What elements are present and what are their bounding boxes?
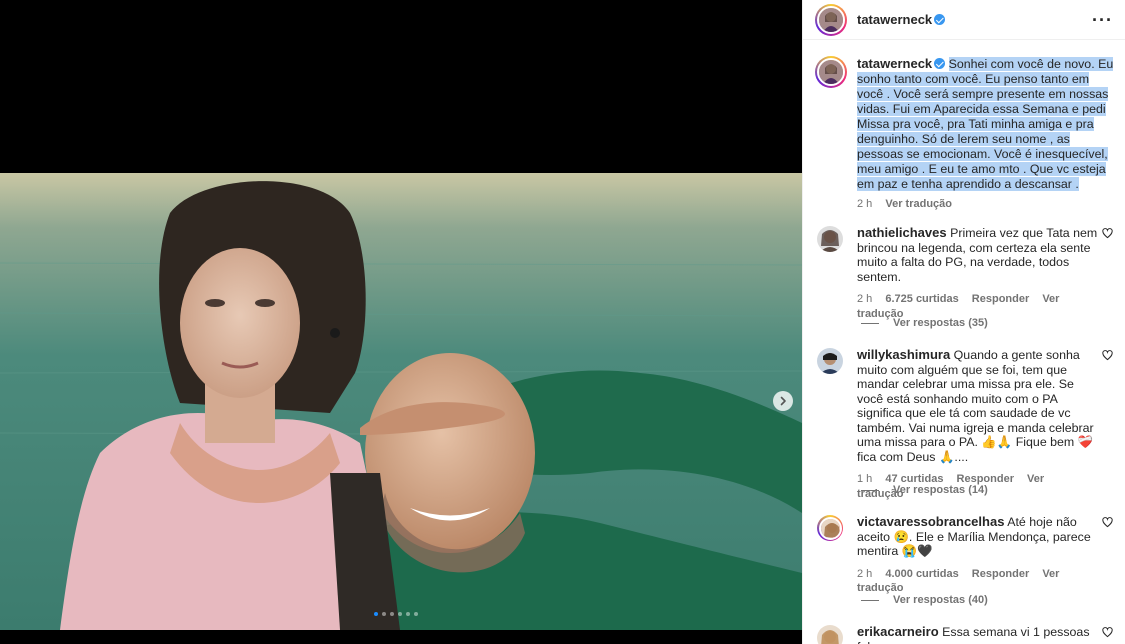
comment-username[interactable]: willykashimura	[857, 347, 950, 362]
carousel-dot	[382, 612, 386, 616]
divider	[861, 489, 879, 491]
carousel-dot	[398, 612, 402, 616]
likes-count[interactable]: 6.725 curtidas	[885, 293, 958, 305]
post-header: tatawerneck ···	[803, 0, 1125, 40]
view-replies-label: Ver respostas (40)	[893, 594, 988, 606]
heart-icon[interactable]	[1102, 517, 1113, 528]
avatar[interactable]	[817, 226, 843, 252]
carousel-dot	[374, 612, 378, 616]
translate-link[interactable]: Ver tradução	[885, 198, 952, 210]
comment-item: willykashimura Quando a gente sonha muit…	[817, 347, 1117, 501]
header-username[interactable]: tatawerneck	[857, 12, 932, 27]
caption-username[interactable]: tatawerneck	[857, 56, 932, 71]
view-replies-label: Ver respostas (14)	[893, 484, 988, 496]
chevron-right-icon	[780, 396, 786, 406]
comment-time: 2 h	[857, 293, 873, 305]
view-replies-button[interactable]: Ver respostas (35)	[861, 317, 988, 329]
likes-count[interactable]: 4.000 curtidas	[885, 568, 958, 580]
comment-time: 2 h	[857, 567, 873, 580]
view-replies-button[interactable]: Ver respostas (40)	[861, 594, 988, 606]
carousel-dot	[390, 612, 394, 616]
post-sidebar: tatawerneck ··· tatawerneck Sonhei com v…	[802, 0, 1125, 644]
post-caption: tatawerneck Sonhei com você de novo. Eu …	[815, 56, 1115, 212]
view-replies-label: Ver respostas (35)	[893, 317, 988, 329]
divider	[861, 322, 879, 324]
heart-icon[interactable]	[1102, 627, 1113, 638]
heart-icon[interactable]	[1102, 350, 1113, 361]
reply-button[interactable]: Responder	[972, 568, 1029, 580]
avatar[interactable]	[815, 3, 847, 36]
caption-time: 2 h	[857, 198, 873, 210]
divider	[861, 599, 879, 601]
comment-text: Quando a gente sonha muito com alguém qu…	[857, 348, 1094, 464]
heart-icon[interactable]	[1102, 228, 1113, 239]
post-media	[0, 0, 802, 644]
avatar[interactable]	[817, 515, 843, 541]
caption-text: Sonhei com você de novo. Eu sonho tanto …	[857, 57, 1114, 191]
reply-button[interactable]: Responder	[972, 293, 1029, 305]
comment-item: victavaressobrancelhas Até hoje não acei…	[817, 514, 1117, 596]
avatar[interactable]	[815, 56, 847, 88]
view-replies-button[interactable]: Ver respostas (14)	[861, 484, 988, 496]
post-photo	[0, 173, 802, 630]
comment-username[interactable]: victavaressobrancelhas	[857, 514, 1004, 529]
avatar[interactable]	[817, 348, 843, 374]
avatar[interactable]	[817, 625, 843, 644]
carousel-indicator	[374, 612, 418, 616]
carousel-dot	[414, 612, 418, 616]
next-image-button[interactable]	[773, 391, 793, 411]
comment-username[interactable]: erikacarneiro	[857, 624, 939, 639]
verified-badge-icon	[934, 14, 946, 25]
verified-badge-icon	[934, 58, 946, 69]
more-options-icon[interactable]: ···	[1092, 11, 1113, 29]
carousel-dot	[406, 612, 410, 616]
comment-username[interactable]: nathielichaves	[857, 225, 947, 240]
comment-item: nathielichaves Primeira vez que Tata nem…	[817, 225, 1117, 321]
comment-item: erikacarneiro Essa semana vi 1 pessoas f…	[817, 624, 1117, 644]
